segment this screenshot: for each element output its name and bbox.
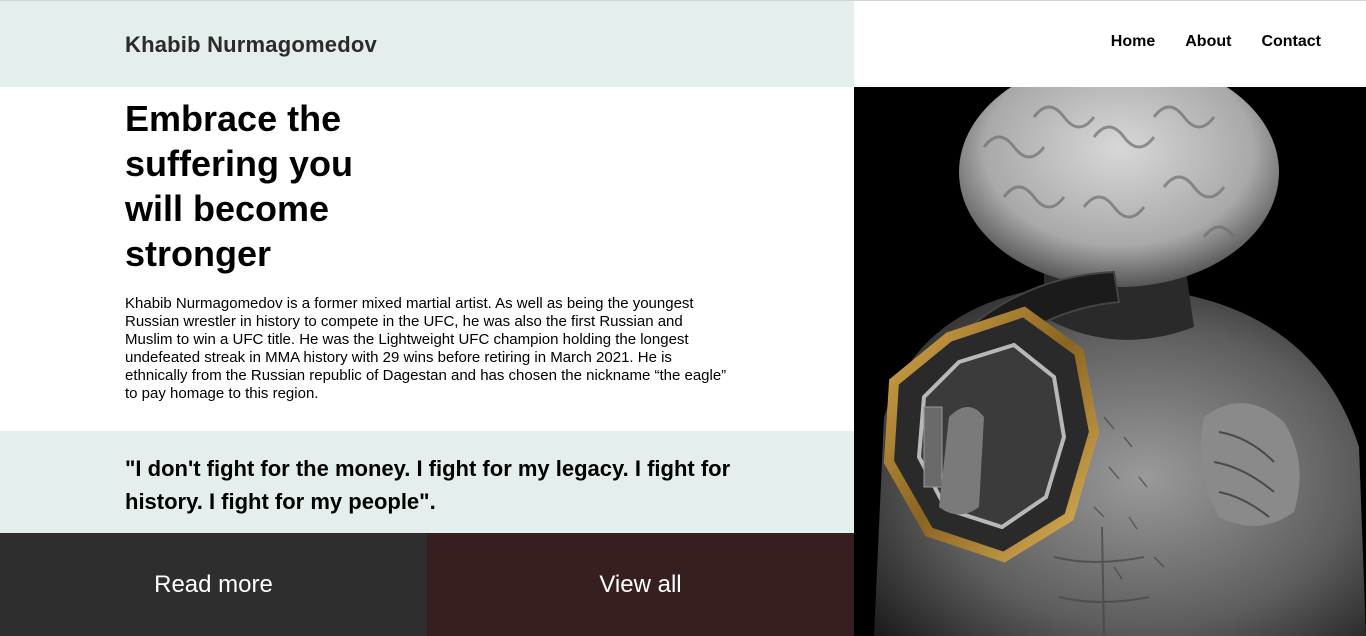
read-more-button[interactable]: Read more (0, 533, 427, 636)
hero-bio: Khabib Nurmagomedov is a former mixed ma… (125, 295, 727, 402)
site-header: Khabib Nurmagomedov (0, 1, 854, 87)
site-brand[interactable]: Khabib Nurmagomedov (125, 32, 377, 58)
view-all-button[interactable]: View all (427, 533, 854, 636)
nav-contact[interactable]: Contact (1261, 33, 1321, 51)
quote-section: "I don't fight for the money. I fight fo… (0, 431, 854, 533)
fighter-photo-illustration (854, 87, 1366, 636)
hero-headline: Embrace the suffering you will become st… (125, 98, 354, 274)
nav-home[interactable]: Home (1111, 33, 1155, 51)
main-nav: Home About Contact (1111, 33, 1321, 51)
nav-about[interactable]: About (1185, 33, 1231, 51)
hero-photo (854, 87, 1366, 636)
quote-text: "I don't fight for the money. I fight fo… (125, 456, 731, 514)
